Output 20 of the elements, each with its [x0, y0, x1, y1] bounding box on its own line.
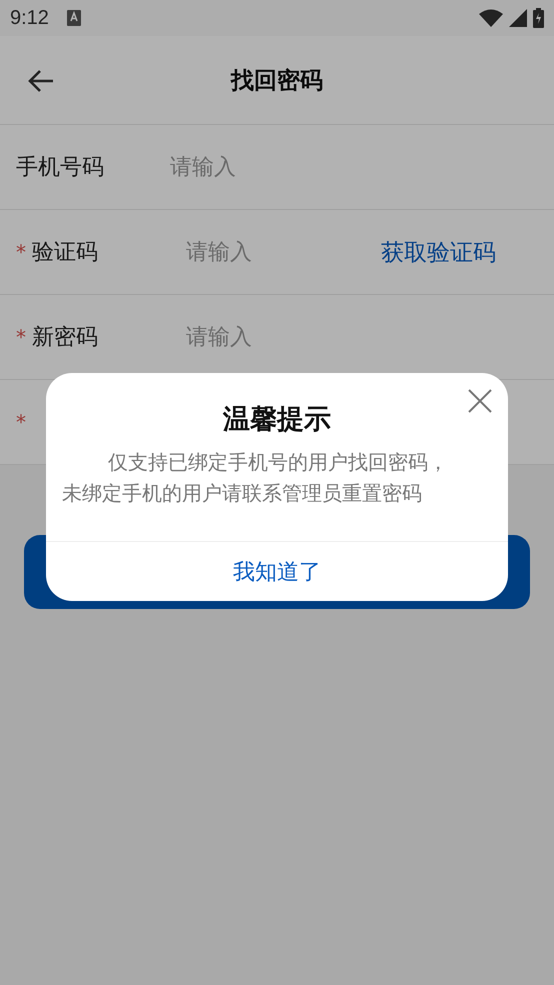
dialog-message: 仅支持已绑定手机号的用户找回密码， 未绑定手机的用户请联系管理员重置密码: [61, 449, 449, 507]
dialog-title: 温馨提示: [223, 403, 331, 437]
status-time: 9:12: [10, 6, 49, 30]
keyboard-notification-icon: [66, 10, 81, 26]
confirm-button[interactable]: 我知道了: [46, 541, 508, 601]
wifi-icon: [479, 9, 503, 27]
input-field[interactable]: 请输入: [186, 232, 356, 272]
required-mark: *: [16, 410, 26, 434]
close-button[interactable]: [466, 387, 494, 415]
required-mark: *: [16, 325, 26, 349]
signal-icon: [509, 9, 527, 27]
input-field[interactable]: 请输入: [170, 147, 340, 187]
field-label: 新密码: [32, 324, 99, 352]
required-mark: *: [16, 240, 26, 264]
field-label: 手机号码: [16, 154, 105, 182]
field-label: 验证码: [32, 239, 99, 267]
page-title: 找回密码: [231, 66, 323, 96]
get-code-button[interactable]: 获取验证码: [381, 236, 496, 268]
battery-icon: [533, 8, 544, 28]
input-field[interactable]: 请输入: [186, 317, 356, 357]
